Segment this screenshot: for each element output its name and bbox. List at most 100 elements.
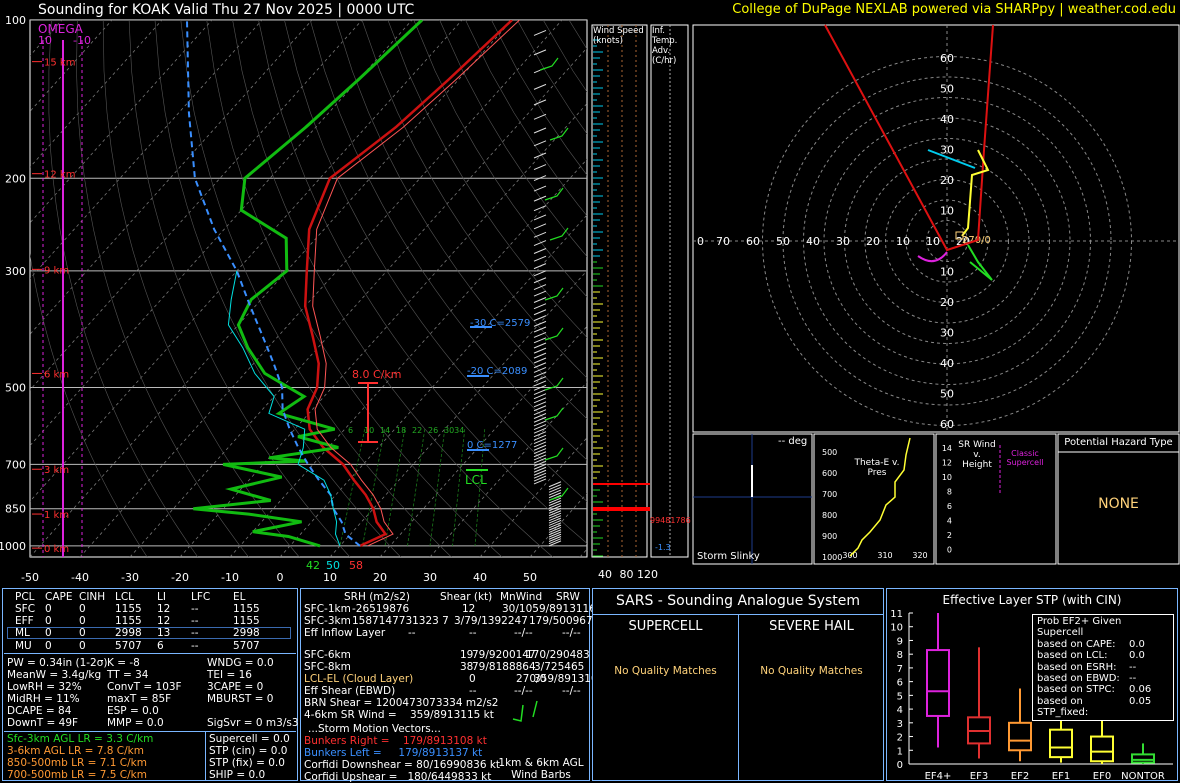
index-cell: MidRH = 11%	[7, 693, 80, 705]
stp-prob-label: based on ESRH:	[1037, 661, 1117, 673]
parcel-cell: 0	[79, 639, 86, 652]
mixing-ratio-label: 22	[412, 426, 423, 435]
composite-index: Supercell = 0.0	[209, 733, 290, 745]
wind-barb	[533, 284, 547, 290]
kin-cell: --/--	[514, 627, 533, 639]
wind-barb-green	[544, 327, 564, 341]
ws-tick-40: 40	[598, 568, 612, 581]
pressure-tick: 200	[5, 172, 26, 185]
temp-tick: -10	[221, 571, 239, 584]
srw-ytick: 6	[947, 502, 952, 511]
parcel-cell: EFF	[15, 615, 34, 628]
wind-barb-green	[544, 407, 564, 421]
height-label: 6 km	[44, 369, 69, 380]
wind-barb	[533, 164, 547, 171]
pressure-tick: 700	[5, 458, 26, 471]
storm-slinky-label: Storm Slinky	[697, 551, 760, 562]
stp-category: EF4+	[925, 771, 952, 779]
hodo-trace-magenta	[917, 251, 948, 263]
lapse-rate-label: 8.0 C/km	[352, 368, 402, 381]
kin-cell: 179/5009670	[529, 615, 600, 627]
parcel-cell: SFC	[15, 603, 36, 615]
hodo-label: 70	[716, 235, 730, 248]
hodo-label: 20	[940, 296, 954, 309]
index-cell: PW = 0.34in (1-2σ)	[7, 657, 108, 669]
omega-scale-right: -10	[73, 34, 91, 47]
height-label: 1 km	[44, 510, 69, 521]
stp-prob-title: Prob EF2+ Given Supercell	[1037, 616, 1122, 639]
wind-barb	[548, 502, 562, 509]
hodo-label: 50	[776, 235, 790, 248]
stp-ytick: 1	[897, 746, 903, 757]
theta-xtick: 310	[877, 551, 892, 560]
mixing-ratio-label: 3034	[444, 426, 465, 435]
parcel-cell: 5707	[115, 639, 142, 652]
parcel-cell: --	[191, 603, 199, 615]
lapse-rate: 700-500mb LR = 7.5 C/km	[7, 769, 147, 781]
isotherm	[129, 47, 587, 557]
dry-adiabat	[361, 20, 587, 379]
wind-barb	[533, 337, 547, 344]
wind-barb	[533, 231, 547, 238]
index-cell: MBURST = 0	[207, 693, 274, 705]
kin-cell: 170/290483	[526, 649, 590, 661]
lcl-label: LCL	[465, 473, 487, 487]
parcel-cell: 0	[79, 615, 86, 628]
stp-prob-value: --	[1129, 673, 1137, 685]
hodo-label: 30	[836, 235, 850, 248]
index-cell: DownT = 49F	[7, 717, 79, 729]
sars-panel: SARS - Sounding Analogue System SUPERCEL…	[592, 588, 884, 781]
stp-prob-value: 0.05	[1129, 695, 1152, 707]
kin-cell: Eff Inflow Layer	[304, 627, 386, 639]
index-cell: ESP = 0.0	[107, 705, 159, 717]
hodo-label: 40	[940, 357, 954, 370]
parcel-cell: --	[191, 627, 199, 640]
parcel-cell: MU	[15, 639, 32, 652]
kin-cell: SFC-6km	[304, 649, 351, 661]
wind-barb	[548, 517, 562, 524]
index-cell: WNDG = 0.0	[207, 657, 274, 669]
kin-cell: --/--	[562, 627, 581, 639]
lapse-rate: 850-500mb LR = 7.1 C/km	[7, 757, 147, 769]
parcel-cell: --	[191, 639, 199, 652]
sfc-temp-label: 58	[349, 559, 363, 572]
stp-prob-row: based on STPC: 0.06	[1037, 684, 1169, 695]
kin-brn: BRN Shear = 1200473073334 m2/s2	[304, 697, 499, 709]
stp-prob-value: 0.0	[1129, 638, 1145, 650]
stp-prob-value: --	[1129, 661, 1137, 673]
isotherm	[0, 20, 12, 557]
isotherm	[379, 325, 587, 557]
kin-cell: -26519876	[352, 603, 410, 615]
sars-title: SARS - Sounding Analogue System	[616, 593, 860, 609]
height-label: 15 km	[44, 58, 75, 69]
sars-hail-title: SEVERE HAIL	[769, 619, 854, 634]
stp-prob-label: based on STP_fixed:	[1037, 695, 1089, 719]
stp-title: Effective Layer STP (with CIN)	[942, 593, 1122, 607]
hodo-label: 10	[896, 235, 910, 248]
wind-barb	[533, 362, 547, 369]
wind-barb	[533, 472, 547, 479]
kin-cell: 30/1059/8913116	[502, 603, 596, 615]
index-cell: SigSvr = 0 m3/s3	[207, 717, 299, 729]
kin-cell: 3/725465	[534, 661, 585, 673]
pressure-tick: 500	[5, 382, 26, 395]
wind-barb	[533, 205, 547, 212]
wind-barb	[533, 331, 547, 338]
hodo-label: 20	[866, 235, 880, 248]
srw-ytick: 4	[947, 517, 952, 526]
inf-temp-panel	[650, 24, 689, 558]
lapse-rate: 3-6km AGL LR = 7.8 C/km	[7, 745, 144, 757]
hodo-label: 50	[940, 83, 954, 96]
stp-ytick: 8	[897, 650, 903, 661]
hodograph-panel: 0 70 60 50 40 30 20 10 10 20605040302010102030405…	[692, 24, 1180, 433]
isotherm	[79, 20, 563, 557]
kin-barb	[532, 700, 538, 718]
mixing-ratio-label: 14	[380, 426, 391, 435]
mixing-ratio-label: 26	[428, 426, 439, 435]
parcel-panel: PCL CAPE CINH LCL LI LFC EL SFC 0 0 1155 12 -- 1155 EF…	[2, 588, 299, 781]
wind-barb	[533, 352, 547, 359]
parcel-cell: 0	[45, 627, 52, 640]
parcel-header: LCL	[115, 591, 135, 603]
parcel-cell: 0	[45, 615, 52, 628]
temp-tick: -40	[71, 571, 89, 584]
